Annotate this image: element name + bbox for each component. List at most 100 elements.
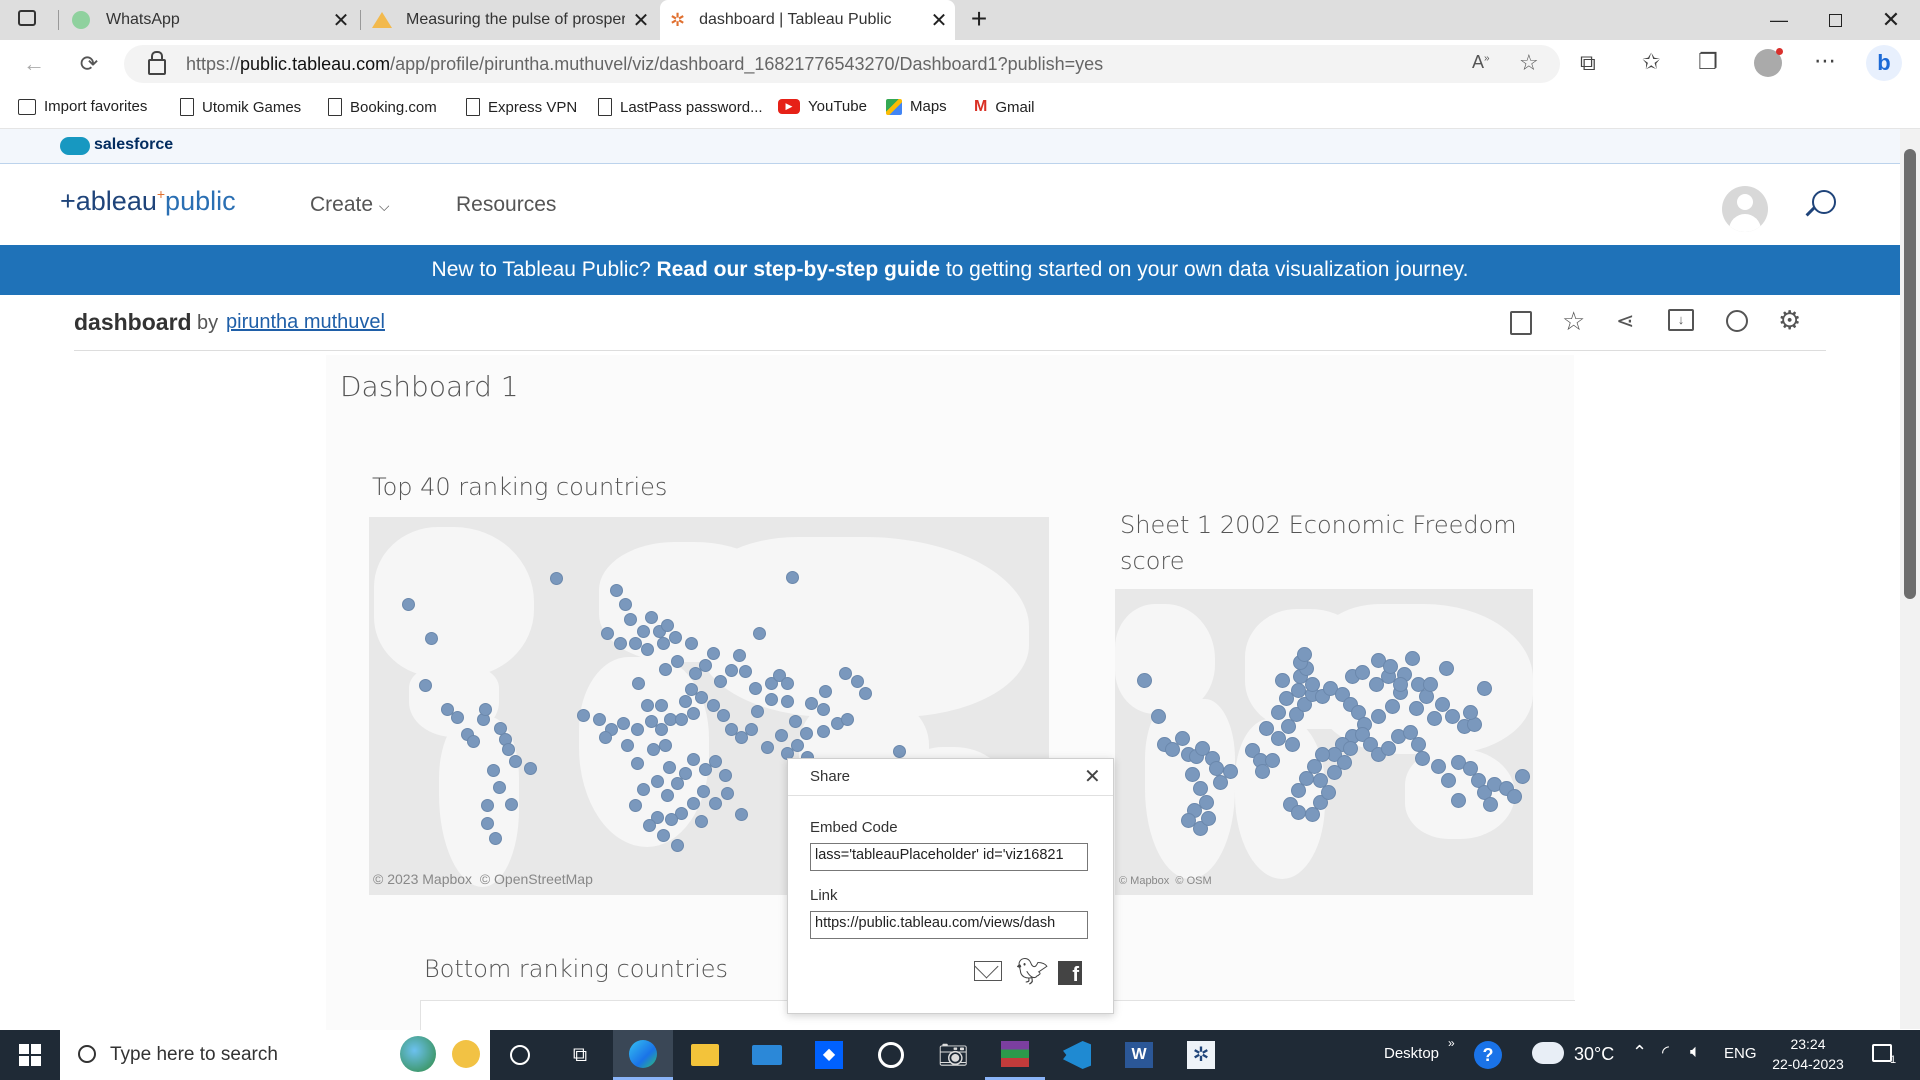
country-marker[interactable] — [679, 767, 692, 780]
country-marker[interactable] — [661, 789, 674, 802]
country-marker[interactable] — [1291, 805, 1306, 820]
start-button[interactable] — [0, 1030, 60, 1080]
country-marker[interactable] — [781, 695, 794, 708]
country-marker[interactable] — [695, 815, 708, 828]
country-marker[interactable] — [641, 643, 654, 656]
country-marker[interactable] — [637, 625, 650, 638]
country-marker[interactable] — [893, 745, 906, 758]
country-marker[interactable] — [550, 572, 563, 585]
user-avatar[interactable] — [1722, 186, 1768, 232]
tab-dashboard-tableau[interactable]: ✲ dashboard | Tableau Public ✕ — [660, 0, 955, 40]
country-marker[interactable] — [1355, 665, 1370, 680]
embed-code-field[interactable]: lass='tableauPlaceholder' id='viz16821 — [810, 843, 1088, 871]
country-marker[interactable] — [1451, 793, 1466, 808]
country-marker[interactable] — [717, 709, 730, 722]
country-marker[interactable] — [1409, 701, 1424, 716]
country-marker[interactable] — [651, 775, 664, 788]
country-marker[interactable] — [761, 741, 774, 754]
country-marker[interactable] — [645, 715, 658, 728]
search-icon[interactable] — [1805, 190, 1836, 217]
language-label[interactable]: ENG — [1724, 1045, 1757, 1062]
country-marker[interactable] — [671, 839, 684, 852]
mail-icon[interactable] — [737, 1030, 797, 1080]
salesforce-label[interactable]: salesforce — [94, 136, 173, 154]
country-marker[interactable] — [1423, 677, 1438, 692]
word-icon[interactable]: W — [1109, 1030, 1169, 1080]
desktop-toolbar-label[interactable]: Desktop — [1384, 1045, 1439, 1062]
country-marker[interactable] — [1515, 769, 1530, 784]
edit-viz-icon[interactable] — [1510, 311, 1532, 335]
country-marker[interactable] — [1427, 711, 1442, 726]
country-marker[interactable] — [1463, 705, 1478, 720]
country-marker[interactable] — [489, 832, 502, 845]
country-marker[interactable] — [493, 781, 506, 794]
favorites-icon[interactable]: ✩ — [1642, 49, 1660, 75]
country-marker[interactable] — [451, 711, 464, 724]
bing-chat-icon[interactable]: b — [1866, 45, 1902, 81]
country-marker[interactable] — [1291, 783, 1306, 798]
country-marker[interactable] — [1393, 677, 1408, 692]
address-bar[interactable]: https://public.tableau.com/app/profile/p… — [124, 45, 1560, 83]
country-marker[interactable] — [1275, 673, 1290, 688]
country-marker[interactable] — [481, 799, 494, 812]
back-button[interactable]: ← — [16, 46, 52, 82]
country-marker[interactable] — [1255, 764, 1270, 779]
country-marker[interactable] — [685, 637, 698, 650]
camera-icon[interactable]: 📷︎ — [923, 1030, 983, 1080]
favorite-star-icon[interactable]: ☆ — [1562, 306, 1585, 337]
country-marker[interactable] — [619, 598, 632, 611]
country-marker[interactable] — [657, 829, 670, 842]
country-marker[interactable] — [719, 769, 732, 782]
resources-link[interactable]: Resources — [456, 193, 556, 217]
create-menu[interactable]: Create ⌵ — [310, 193, 390, 217]
country-marker[interactable] — [800, 727, 813, 740]
tab-whatsapp[interactable]: WhatsApp ✕ — [62, 0, 357, 40]
tab-measuring[interactable]: Measuring the pulse of prosperit ✕ — [362, 0, 657, 40]
country-marker[interactable] — [709, 797, 722, 810]
collections-icon[interactable]: ❐ — [1698, 49, 1718, 75]
country-marker[interactable] — [839, 667, 852, 680]
country-marker[interactable] — [631, 723, 644, 736]
bookmark-utomik-games[interactable]: Utomik Games — [180, 98, 301, 116]
country-marker[interactable] — [481, 817, 494, 830]
country-marker[interactable] — [1285, 737, 1300, 752]
country-marker[interactable] — [419, 679, 432, 692]
country-marker[interactable] — [659, 739, 672, 752]
country-marker[interactable] — [631, 757, 644, 770]
country-marker[interactable] — [781, 677, 794, 690]
country-marker[interactable] — [1201, 811, 1216, 826]
country-marker[interactable] — [524, 762, 537, 775]
country-marker[interactable] — [765, 693, 778, 706]
country-marker[interactable] — [707, 699, 720, 712]
country-marker[interactable] — [1483, 797, 1498, 812]
country-marker[interactable] — [624, 613, 637, 626]
bookmark-express-vpn[interactable]: Express VPN — [466, 98, 577, 116]
country-marker[interactable] — [663, 761, 676, 774]
email-share-icon[interactable] — [974, 954, 1002, 981]
country-marker[interactable] — [1223, 764, 1238, 779]
country-marker[interactable] — [714, 675, 727, 688]
country-marker[interactable] — [1193, 781, 1208, 796]
close-icon[interactable]: ✕ — [923, 8, 955, 33]
country-marker[interactable] — [632, 677, 645, 690]
tab-actions-icon[interactable] — [18, 10, 36, 26]
country-marker[interactable] — [599, 731, 612, 744]
tableau-app-icon[interactable]: ✲ — [1171, 1030, 1231, 1080]
country-marker[interactable] — [1337, 755, 1352, 770]
country-marker[interactable] — [1405, 651, 1420, 666]
country-marker[interactable] — [1371, 709, 1386, 724]
country-marker[interactable] — [617, 717, 630, 730]
country-marker[interactable] — [675, 713, 688, 726]
link-field[interactable]: https://public.tableau.com/views/dash — [810, 911, 1088, 939]
country-marker[interactable] — [679, 695, 692, 708]
country-marker[interactable] — [669, 631, 682, 644]
help-icon[interactable]: ? — [1474, 1041, 1502, 1069]
close-window-button[interactable]: ✕ — [1862, 0, 1920, 40]
country-marker[interactable] — [859, 687, 872, 700]
weather-cloud-icon[interactable] — [1532, 1042, 1564, 1064]
country-marker[interactable] — [629, 799, 642, 812]
country-marker[interactable] — [1477, 681, 1492, 696]
badge-ribbon-icon[interactable] — [1726, 310, 1748, 332]
country-marker[interactable] — [789, 715, 802, 728]
country-marker[interactable] — [1411, 737, 1426, 752]
